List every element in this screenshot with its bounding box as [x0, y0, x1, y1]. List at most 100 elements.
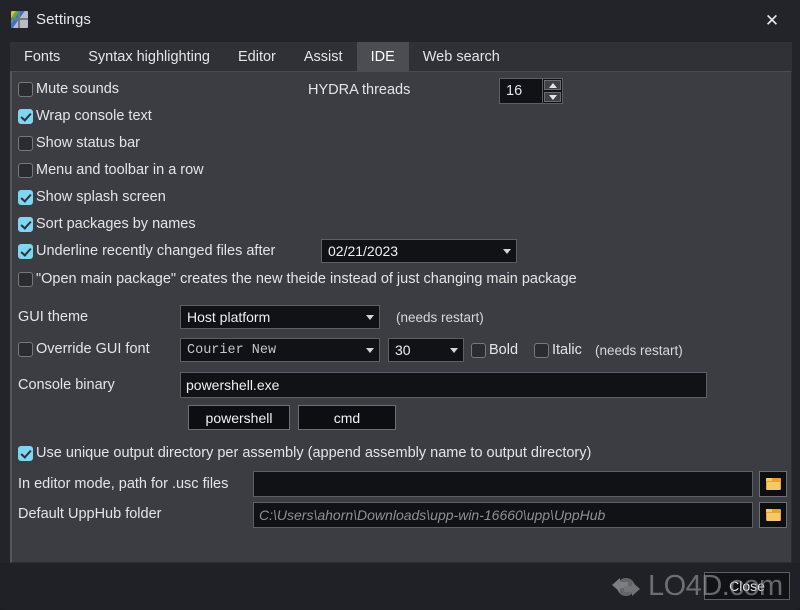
- usc-path-input[interactable]: [253, 471, 753, 497]
- console-binary-value: powershell.exe: [186, 377, 280, 393]
- button-label: cmd: [333, 409, 361, 426]
- checkbox-label: Sort packages by names: [36, 216, 196, 232]
- checkbox-font-bold[interactable]: Bold: [471, 342, 518, 358]
- folder-icon: [765, 509, 781, 521]
- checkbox-label: Bold: [489, 342, 519, 358]
- upphub-path-browse-button[interactable]: [759, 502, 787, 528]
- checkbox-label: Wrap console text: [36, 108, 152, 124]
- checkbox-box[interactable]: [18, 341, 33, 357]
- tab-bar: Fonts Syntax highlighting Editor Assist …: [10, 42, 792, 71]
- console-binary-label: Console binary: [18, 377, 115, 393]
- tab-strip-filler: [513, 42, 792, 71]
- upphub-path-input[interactable]: C:\Users\ahorn\Downloads\upp-win-16660\u…: [253, 502, 753, 528]
- tab-label: IDE: [370, 48, 395, 65]
- checkbox-box[interactable]: [18, 162, 33, 178]
- hydra-threads-stepper[interactable]: 16: [499, 78, 563, 104]
- checkbox-box[interactable]: [18, 189, 33, 205]
- chevron-down-icon[interactable]: [361, 339, 379, 361]
- gui-font-family-dropdown[interactable]: Courier New: [180, 338, 380, 362]
- settings-window: Settings ✕ Fonts Syntax highlighting Edi…: [0, 0, 800, 610]
- checkbox-show-splash-screen[interactable]: Show splash screen: [18, 189, 166, 205]
- gui-theme-label: GUI theme: [18, 309, 89, 325]
- checkbox-label: Mute sounds: [36, 81, 120, 97]
- checkbox-box[interactable]: [18, 135, 33, 151]
- tab-label: Assist: [303, 48, 343, 65]
- tab-label: Web search: [422, 48, 500, 65]
- spinner-up-icon[interactable]: [544, 80, 561, 90]
- tab-web-search[interactable]: Web search: [408, 42, 514, 71]
- checkbox-box[interactable]: [18, 243, 33, 259]
- usc-path-label: In editor mode, path for .usc files: [18, 476, 229, 492]
- gui-font-size-value: 30: [395, 342, 411, 358]
- console-binary-input[interactable]: powershell.exe: [180, 372, 707, 398]
- underline-date-value: 02/21/2023: [328, 243, 399, 259]
- console-powershell-button[interactable]: powershell: [188, 405, 290, 430]
- checkbox-unique-output-directory[interactable]: Use unique output directory per assembly…: [18, 445, 591, 461]
- checkbox-wrap-console-text[interactable]: Wrap console text: [18, 108, 152, 124]
- checkbox-font-italic[interactable]: Italic: [534, 342, 582, 358]
- chevron-down-icon[interactable]: [498, 240, 516, 262]
- gui-theme-note-wrap: (needs restart): [396, 310, 484, 325]
- tab-syntax-highlighting[interactable]: Syntax highlighting: [74, 42, 224, 71]
- checkbox-label: Menu and toolbar in a row: [36, 162, 204, 178]
- spinner-down-icon[interactable]: [544, 92, 561, 102]
- gui-font-note-wrap: (needs restart): [595, 343, 683, 358]
- gui-theme-label-wrap: GUI theme: [18, 309, 88, 325]
- window-close-icon[interactable]: ✕: [753, 6, 791, 34]
- upp-logo-icon: [11, 11, 28, 28]
- checkbox-menu-toolbar-row[interactable]: Menu and toolbar in a row: [18, 162, 204, 178]
- checkbox-sort-packages-by-names[interactable]: Sort packages by names: [18, 216, 196, 232]
- chevron-down-icon[interactable]: [445, 339, 463, 361]
- usc-path-browse-button[interactable]: [759, 471, 787, 497]
- tab-assist[interactable]: Assist: [289, 42, 357, 71]
- checkbox-box[interactable]: [18, 271, 33, 287]
- checkbox-box[interactable]: [18, 445, 33, 461]
- console-cmd-button[interactable]: cmd: [298, 405, 396, 430]
- checkbox-underline-recent-files[interactable]: Underline recently changed files after: [18, 243, 275, 259]
- dialog-footer: Close: [0, 563, 800, 610]
- checkbox-box[interactable]: [18, 81, 33, 97]
- hydra-threads-value[interactable]: 16: [499, 78, 543, 104]
- upphub-path-label-wrap: Default UppHub folder: [18, 506, 161, 522]
- tab-label: Fonts: [24, 48, 61, 65]
- gui-font-size-dropdown[interactable]: 30: [388, 338, 464, 362]
- window-title: Settings: [36, 11, 91, 28]
- checkbox-box[interactable]: [471, 342, 486, 358]
- ide-settings-panel: Mute sounds Wrap console text Show statu…: [10, 71, 792, 563]
- tab-ide[interactable]: IDE: [356, 42, 409, 71]
- button-label: powershell: [205, 409, 273, 426]
- checkbox-label: Underline recently changed files after: [36, 243, 276, 259]
- gui-font-restart-note: (needs restart): [595, 343, 683, 358]
- tab-label: Editor: [238, 48, 276, 65]
- tab-fonts[interactable]: Fonts: [10, 42, 75, 71]
- hydra-threads-spin-buttons: [543, 78, 563, 104]
- tab-editor[interactable]: Editor: [224, 42, 290, 71]
- underline-date-dropdown[interactable]: 02/21/2023: [321, 239, 517, 263]
- usc-path-label-wrap: In editor mode, path for .usc files: [18, 476, 228, 492]
- gui-theme-value: Host platform: [187, 309, 271, 325]
- checkbox-override-gui-font[interactable]: Override GUI font: [18, 341, 150, 357]
- checkbox-label: Override GUI font: [36, 341, 150, 357]
- hydra-threads-label: HYDRA threads: [308, 82, 411, 98]
- title-bar: Settings ✕: [0, 0, 800, 39]
- tab-label: Syntax highlighting: [88, 48, 210, 65]
- checkbox-open-main-package[interactable]: "Open main package" creates the new thei…: [18, 271, 577, 287]
- checkbox-label: Show splash screen: [36, 189, 166, 205]
- gui-theme-restart-note: (needs restart): [396, 310, 484, 325]
- checkbox-mute-sounds[interactable]: Mute sounds: [18, 81, 119, 97]
- checkbox-box[interactable]: [18, 216, 33, 232]
- upphub-path-label: Default UppHub folder: [18, 506, 162, 522]
- hydra-threads-label-wrap: HYDRA threads: [308, 82, 410, 98]
- checkbox-label: Use unique output directory per assembly…: [36, 445, 592, 461]
- gui-font-family-value: Courier New: [187, 342, 277, 358]
- checkbox-label: Show status bar: [36, 135, 140, 151]
- close-button[interactable]: Close: [704, 572, 790, 600]
- folder-icon: [765, 478, 781, 490]
- console-binary-label-wrap: Console binary: [18, 377, 115, 393]
- close-button-label: Close: [729, 578, 765, 594]
- gui-theme-dropdown[interactable]: Host platform: [180, 305, 380, 329]
- chevron-down-icon[interactable]: [361, 306, 379, 328]
- checkbox-box[interactable]: [534, 342, 549, 358]
- checkbox-show-status-bar[interactable]: Show status bar: [18, 135, 140, 151]
- checkbox-box[interactable]: [18, 108, 33, 124]
